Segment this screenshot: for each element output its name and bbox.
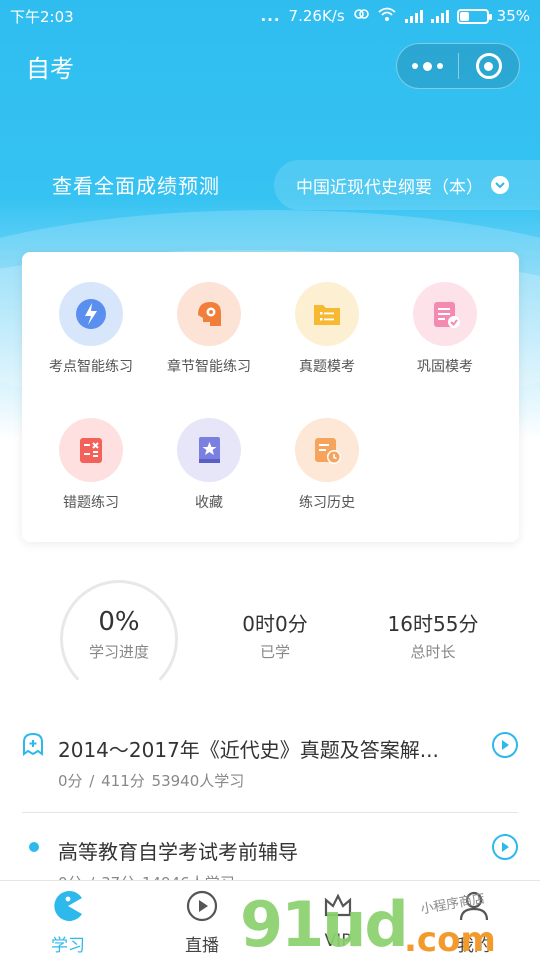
sync-icon — [353, 6, 369, 26]
feature-label: 巩固模考 — [417, 359, 473, 375]
play-button[interactable] — [492, 732, 518, 758]
feature-chapter-practice[interactable]: 章节智能练习 — [150, 282, 268, 376]
course-selector-label: 中国近现代史纲要（本） — [296, 177, 483, 198]
tab-label: 学习 — [51, 936, 85, 956]
play-button[interactable] — [492, 834, 518, 860]
feature-label: 真题模考 — [299, 359, 355, 375]
folder-list-icon — [295, 282, 359, 346]
chevron-down-icon — [491, 176, 509, 194]
list-divider — [22, 812, 518, 813]
course-meta: 0分 / 411分 53940人学习 — [58, 772, 245, 790]
more-dots-icon — [411, 61, 443, 71]
battery-percent: 35% — [496, 7, 530, 25]
status-bar: 下午2:03 ... 7.26K/s 35% — [0, 0, 540, 32]
progress-value: 0% — [98, 607, 140, 637]
watermark-logo: 91ud — [240, 888, 409, 960]
miniprogram-capsule — [396, 43, 520, 89]
title-bar: 自考 — [0, 40, 540, 92]
score-predict-link[interactable]: 查看全面成绩预测 — [52, 170, 220, 199]
pacman-icon — [51, 891, 85, 927]
status-more: ... — [260, 7, 281, 25]
error-calc-icon — [59, 418, 123, 482]
feature-label: 练习历史 — [299, 495, 355, 511]
course-selector[interactable]: 中国近现代史纲要（本） — [274, 160, 540, 210]
progress-label: 学习进度 — [88, 643, 149, 661]
feature-grid-card: 考点智能练习 章节智能练习 真题模考 巩固模考 错题练习 收藏 练习历史 — [22, 252, 519, 542]
feature-real-exam[interactable]: 真题模考 — [268, 282, 386, 376]
studied-value: 0时0分 — [242, 612, 308, 636]
feature-wrong-questions[interactable]: 错题练习 — [32, 418, 150, 512]
feature-practice-history[interactable]: 练习历史 — [268, 418, 386, 512]
watermark-domain: .com — [404, 920, 496, 960]
feature-kaodian-practice[interactable]: 考点智能练习 — [32, 282, 150, 376]
checklist-icon — [413, 282, 477, 346]
head-gear-icon — [177, 282, 241, 346]
close-miniprogram-button[interactable] — [459, 44, 520, 88]
target-icon — [475, 53, 502, 79]
course-title: 高等教育自学考试考前辅导 — [58, 840, 298, 864]
study-progress-ring: 0% 学习进度 — [60, 580, 178, 698]
total-time-stat: 16时55分 总时长 — [378, 608, 488, 662]
star-book-icon — [177, 418, 241, 482]
status-time: 下午2:03 — [10, 7, 74, 26]
history-clock-icon — [295, 418, 359, 482]
wifi-icon — [377, 6, 397, 26]
battery-icon — [456, 8, 492, 24]
studied-time-stat: 0时0分 已学 — [220, 608, 330, 662]
total-label: 总时长 — [410, 643, 456, 661]
play-circle-icon — [185, 890, 219, 927]
feature-label: 考点智能练习 — [49, 359, 133, 375]
course-item[interactable]: 2014～2017年《近代史》真题及答案解... 0分 / 411分 53940… — [0, 720, 540, 810]
feature-label: 收藏 — [195, 495, 223, 511]
more-menu-button[interactable] — [397, 44, 458, 88]
signal-icon — [430, 9, 449, 23]
feature-label: 错题练习 — [63, 495, 119, 511]
signal-icon — [404, 9, 423, 23]
lightning-icon — [59, 282, 123, 346]
bullet-dot-icon — [29, 842, 39, 852]
total-value: 16时55分 — [387, 612, 479, 636]
page-title: 自考 — [26, 54, 74, 83]
status-net-speed: 7.26K/s — [288, 7, 345, 25]
feature-consolidate-exam[interactable]: 巩固模考 — [386, 282, 504, 376]
tab-study[interactable]: 学习 — [14, 889, 122, 956]
studied-label: 已学 — [259, 643, 290, 661]
course-item[interactable]: 高等教育自学考试考前辅导 0分 / 37分 14946人学习 — [0, 822, 540, 892]
course-title: 2014～2017年《近代史》真题及答案解... — [58, 738, 439, 762]
feature-favorites[interactable]: 收藏 — [150, 418, 268, 512]
feature-label: 章节智能练习 — [167, 359, 251, 375]
ghost-plus-icon — [22, 732, 44, 760]
